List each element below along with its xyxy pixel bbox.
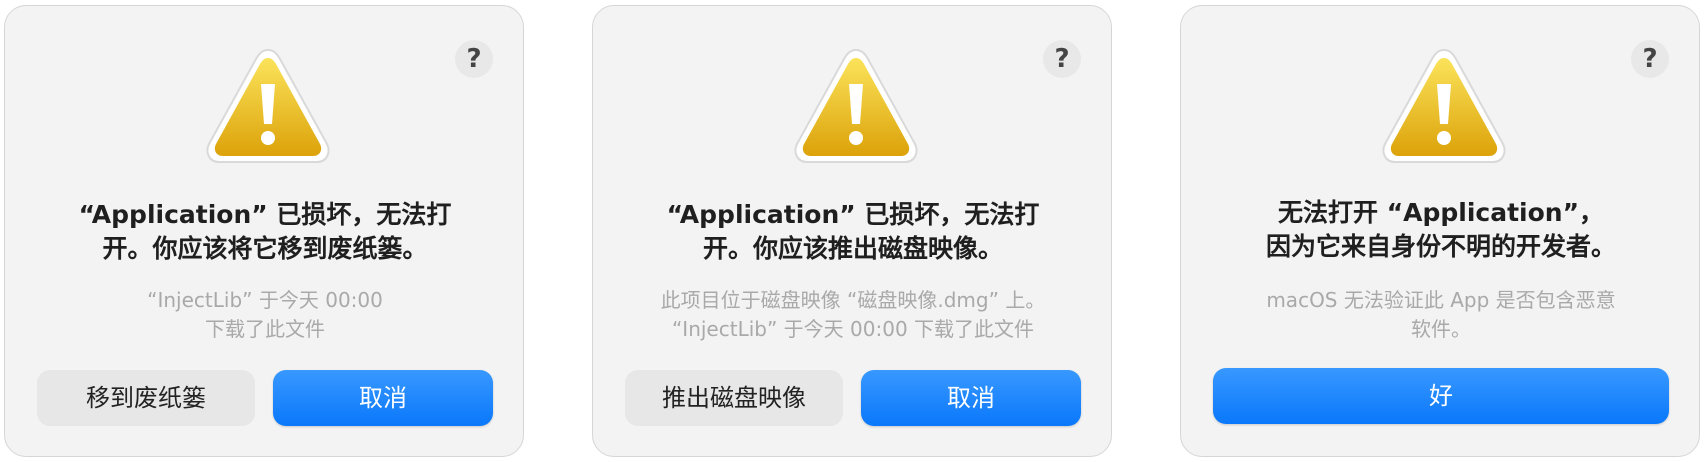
ok-button[interactable]: 好 [1213, 368, 1669, 424]
message-line: “InjectLib” 于今天 00:00 [147, 288, 383, 312]
warning-triangle-icon [1382, 48, 1506, 163]
cancel-button[interactable]: 取消 [273, 370, 493, 426]
warning-triangle-icon [794, 48, 918, 163]
message-line: “InjectLib” 于今天 00:00 下载了此文件 [671, 317, 1035, 341]
title-line: 无法打开 “Application”， [1277, 198, 1605, 227]
title-line: “Application” 已损坏，无法打 [78, 200, 452, 229]
unidentified-developer-dialog: ? 无法打开 “Application”， 因为它来自身份不明的开发者。 mac… [1180, 5, 1700, 457]
dialog-message: macOS 无法验证此 App 是否包含恶意 软件。 [1211, 286, 1671, 344]
title-line: 因为它来自身份不明的开发者。 [1265, 232, 1616, 261]
title-line: 开。你应该推出磁盘映像。 [702, 234, 1003, 263]
message-line: 软件。 [1411, 317, 1471, 341]
dialog-title: “Application” 已损坏，无法打 开。你应该推出磁盘映像。 [623, 198, 1083, 266]
title-line: “Application” 已损坏，无法打 [666, 200, 1040, 229]
message-line: 下载了此文件 [205, 317, 325, 341]
help-button[interactable]: ? [1631, 40, 1669, 78]
title-line: 开。你应该将它移到废纸篓。 [102, 234, 428, 263]
help-button[interactable]: ? [1043, 40, 1081, 78]
dialog-title: “Application” 已损坏，无法打 开。你应该将它移到废纸篓。 [35, 198, 495, 266]
help-button[interactable]: ? [455, 40, 493, 78]
cancel-button[interactable]: 取消 [861, 370, 1081, 426]
message-line: macOS 无法验证此 App 是否包含恶意 [1266, 288, 1616, 312]
damaged-app-dialog: ? “Application” 已损坏，无法打 开。你应该将它移到废纸篓。 “I… [4, 5, 524, 457]
dialog-message: 此项目位于磁盘映像 “磁盘映像.dmg” 上。 “InjectLib” 于今天 … [623, 286, 1083, 344]
eject-disk-image-button[interactable]: 推出磁盘映像 [625, 370, 843, 426]
dialog-title: 无法打开 “Application”， 因为它来自身份不明的开发者。 [1211, 196, 1671, 264]
move-to-trash-button[interactable]: 移到废纸篓 [37, 370, 255, 426]
warning-triangle-icon [206, 48, 330, 163]
damaged-disk-image-dialog: ? “Application” 已损坏，无法打 开。你应该推出磁盘映像。 此项目… [592, 5, 1112, 457]
dialog-message: “InjectLib” 于今天 00:00 下载了此文件 [35, 286, 495, 344]
message-line: 此项目位于磁盘映像 “磁盘映像.dmg” 上。 [660, 288, 1046, 312]
